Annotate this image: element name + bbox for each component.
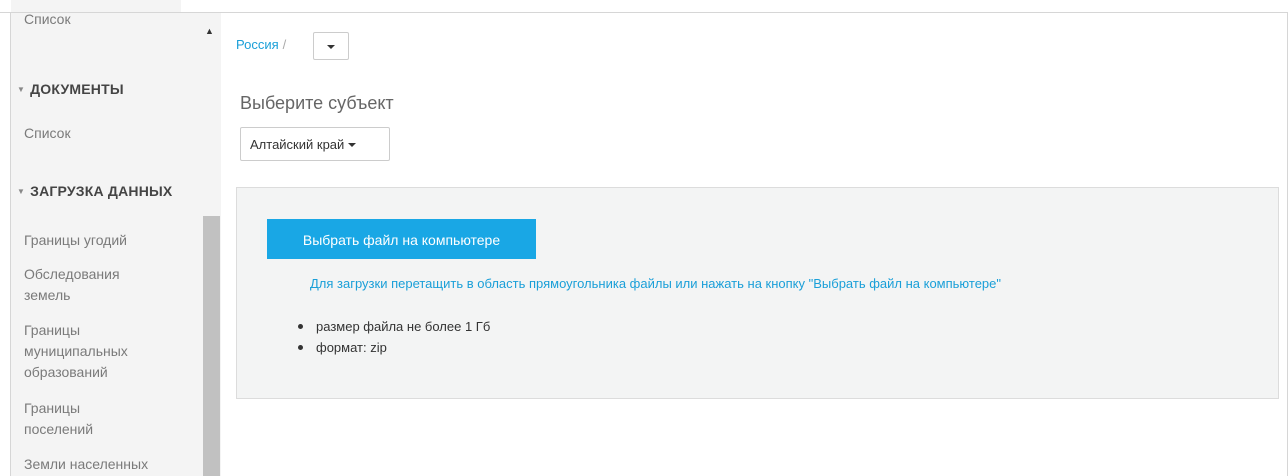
chevron-down-icon <box>348 143 357 147</box>
sidebar-section-documents[interactable]: ▼ ДОКУМЕНТЫ <box>17 81 124 97</box>
caret-down-icon: ▼ <box>17 187 26 196</box>
sidebar-item-settlement-lands[interactable]: Земли населенных <box>24 454 174 475</box>
breadcrumb: Россия / <box>236 37 286 52</box>
breadcrumb-separator: / <box>282 37 287 52</box>
caret-down-icon: ▼ <box>17 85 26 94</box>
sidebar-item-documents-list[interactable]: Список <box>24 123 174 144</box>
choose-file-button[interactable]: Выбрать файл на компьютере <box>267 219 536 259</box>
breadcrumb-region-dropdown[interactable] <box>313 32 349 60</box>
list-item: формат: zip <box>298 339 490 360</box>
bullet-icon <box>298 345 303 350</box>
sidebar-section-label: ДОКУМЕНТЫ <box>30 81 124 97</box>
rule-text: формат: zip <box>316 340 387 355</box>
chevron-down-icon <box>327 45 335 49</box>
subject-dropdown[interactable]: Алтайский край <box>240 127 390 161</box>
sidebar-item-municipal-boundaries[interactable]: Границы муниципальных образований <box>24 320 164 383</box>
subject-heading: Выберите субъект <box>240 93 394 113</box>
upload-hint: Для загрузки перетащить в область прямоу… <box>310 276 1001 291</box>
scrollbar-thumb[interactable] <box>203 216 220 476</box>
upload-rules-list: размер файла не более 1 Гб формат: zip <box>298 318 490 360</box>
subject-selected-value: Алтайский край <box>250 137 345 152</box>
sidebar-item-land-boundaries[interactable]: Границы угодий <box>24 230 174 251</box>
bullet-icon <box>298 324 303 329</box>
sidebar-section-label: ЗАГРУЗКА ДАННЫХ <box>30 183 173 199</box>
breadcrumb-link-russia[interactable]: Россия <box>236 37 279 52</box>
sidebar-section-data-upload[interactable]: ▼ ЗАГРУЗКА ДАННЫХ <box>17 183 172 199</box>
page-frame: Список ▼ ДОКУМЕНТЫ Список ▼ ЗАГРУЗКА ДАННЫ… <box>0 0 1288 476</box>
scroll-up-arrow-icon[interactable]: ▲ <box>205 26 214 36</box>
sidebar-item-settlement-boundaries[interactable]: Границы поселений <box>24 398 134 440</box>
rule-text: размер файла не более 1 Гб <box>316 319 491 334</box>
sidebar-item-land-surveys[interactable]: Обследования земель <box>24 264 164 306</box>
list-item: размер файла не более 1 Гб <box>298 318 490 339</box>
sidebar-item-list-cut[interactable]: Список <box>24 9 174 30</box>
